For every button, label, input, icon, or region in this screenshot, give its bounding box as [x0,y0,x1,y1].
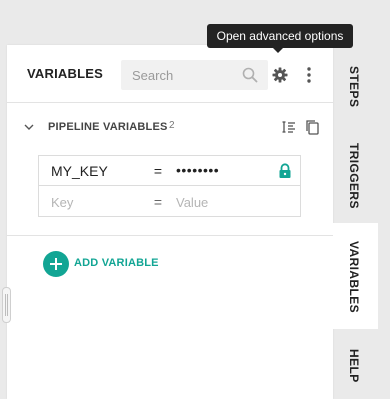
tooltip-arrow [273,48,283,53]
tab-label: STEPS [347,66,361,108]
tab-help[interactable]: HELP [333,339,378,399]
tab-label: TRIGGERS [347,143,361,209]
tab-triggers[interactable]: TRIGGERS [333,127,378,215]
grip-line [5,294,6,316]
variable-count: 2 [169,120,175,131]
panel-header: VARIABLES [7,45,333,103]
kebab-menu-icon[interactable] [301,65,317,85]
variable-value[interactable]: •••••••• [176,162,219,178]
gear-icon[interactable] [270,65,290,85]
search-input[interactable] [121,60,241,90]
lock-icon[interactable] [278,163,292,179]
search-icon [242,67,258,83]
new-variable-row: Key = Value [39,187,300,217]
workflow-editor: VARIABLES Search PIPELINE VARIABLES 2 MY… [0,0,390,399]
plus-icon [43,251,69,277]
copy-icon[interactable] [304,119,320,135]
tab-steps[interactable]: STEPS [333,45,378,117]
value-input[interactable]: Value [176,195,208,210]
variables-table: MY_KEY = •••••••• Key = Value [38,155,301,217]
variable-key[interactable]: MY_KEY [51,163,108,179]
bulk-edit-icon[interactable] [281,119,297,135]
section-title: PIPELINE VARIABLES [48,121,168,133]
tooltip: Open advanced options [207,24,353,48]
side-tabs: STEPS TRIGGERS VARIABLES HELP [333,45,390,399]
variable-row[interactable]: MY_KEY = •••••••• [39,156,300,186]
equals-sign: = [153,194,163,210]
pipeline-variables-header: PIPELINE VARIABLES 2 [7,115,333,139]
tab-label: VARIABLES [347,241,361,314]
chevron-down-icon[interactable] [23,121,35,133]
search-box[interactable] [121,60,268,90]
add-variable-label: ADD VARIABLE [74,257,159,269]
tab-variables[interactable]: VARIABLES [333,223,378,329]
key-input[interactable]: Key [51,195,73,210]
panel-title: VARIABLES [27,66,103,81]
variables-panel: VARIABLES Search PIPELINE VARIABLES 2 MY… [7,45,333,399]
grip-line [7,294,8,316]
divider [7,235,333,236]
tab-label: HELP [347,349,361,383]
equals-sign: = [153,163,163,179]
resize-handle[interactable] [2,287,11,323]
